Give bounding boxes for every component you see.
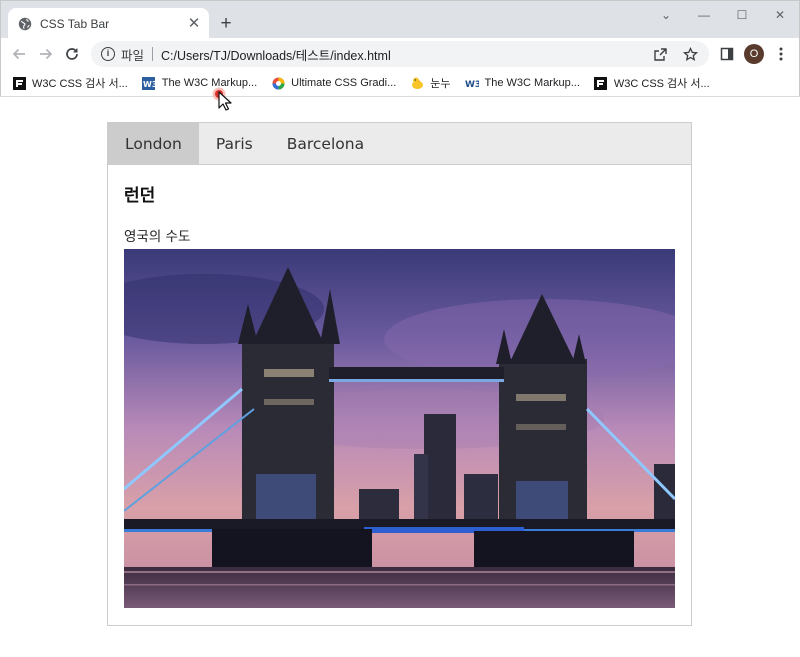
mouse-cursor-icon xyxy=(211,86,239,112)
bookmark-item[interactable]: W3 The W3C Markup... xyxy=(465,73,580,93)
reload-button[interactable] xyxy=(60,42,84,66)
tab-title: CSS Tab Bar xyxy=(40,16,110,31)
arrow-left-icon xyxy=(12,48,25,60)
tab-barcelona[interactable]: Barcelona xyxy=(270,123,381,164)
city-description: 영국의 수도 xyxy=(124,229,191,245)
w3c-css-icon xyxy=(594,76,608,90)
omnibox-divider xyxy=(152,47,154,61)
tab-panel: 런던 영국의 수도 xyxy=(124,181,190,245)
tower-bridge-photo xyxy=(124,249,675,608)
back-button[interactable] xyxy=(7,42,31,66)
menu-button[interactable] xyxy=(769,42,793,66)
bookmark-item[interactable]: W3C CSS 검사 서... xyxy=(12,73,128,93)
browser-tab-strip: CSS Tab Bar ✕ + ⌄ — ☐ ✕ xyxy=(0,0,800,39)
city-tab-bar: London Paris Barcelona xyxy=(108,123,691,165)
browser-tab[interactable]: CSS Tab Bar ✕ xyxy=(8,8,209,39)
new-tab-button[interactable]: + xyxy=(216,14,236,34)
svg-text:W3: W3 xyxy=(465,80,479,90)
url-text[interactable]: C:/Users/TJ/Downloads/테스트/index.html xyxy=(161,45,649,64)
bookmark-item[interactable]: W3C CSS 검사 서... xyxy=(594,73,710,93)
kebab-menu-icon xyxy=(779,47,783,61)
avatar: O xyxy=(744,44,764,64)
city-heading: 런던 xyxy=(124,186,156,206)
svg-text:W3: W3 xyxy=(143,80,155,89)
tab-search-icon[interactable]: ⌄ xyxy=(651,5,681,25)
scheme-label: 파일 xyxy=(121,48,145,63)
address-bar[interactable]: i 파일 C:/Users/TJ/Downloads/테스트/index.htm… xyxy=(91,41,709,67)
bookmark-star-icon[interactable] xyxy=(679,43,701,65)
globe-icon xyxy=(18,17,32,31)
maximize-button[interactable]: ☐ xyxy=(727,5,757,25)
side-panel-icon[interactable] xyxy=(715,42,739,66)
tab-container: London Paris Barcelona 런던 영국의 수도 xyxy=(107,122,692,626)
browser-toolbar: i 파일 C:/Users/TJ/Downloads/테스트/index.htm… xyxy=(0,38,800,70)
arrow-right-icon xyxy=(40,48,53,60)
tab-london[interactable]: London xyxy=(108,123,199,164)
page-content: London Paris Barcelona 런던 영국의 수도 xyxy=(0,97,800,657)
w3-icon: W3 xyxy=(465,76,479,90)
gradient-icon xyxy=(271,76,285,90)
bookmark-item[interactable]: Ultimate CSS Gradi... xyxy=(271,73,396,93)
w3c-css-icon xyxy=(12,76,26,90)
tab-close-icon[interactable]: ✕ xyxy=(185,15,203,33)
close-window-button[interactable]: ✕ xyxy=(765,5,795,25)
forward-button[interactable] xyxy=(34,42,58,66)
duck-icon xyxy=(410,76,424,90)
w3c-markup-icon: W3 xyxy=(142,76,156,90)
share-icon[interactable] xyxy=(649,43,671,65)
reload-icon xyxy=(66,48,78,60)
profile-button[interactable]: O xyxy=(742,42,766,66)
bookmark-item[interactable]: 눈누 xyxy=(410,73,451,93)
minimize-button[interactable]: — xyxy=(689,5,719,25)
bookmarks-bar: W3C CSS 검사 서... W3 The W3C Markup... Ult… xyxy=(0,70,800,97)
bookmark-item[interactable]: W3 The W3C Markup... xyxy=(142,73,257,93)
site-info-icon[interactable]: i xyxy=(101,47,115,61)
tab-paris[interactable]: Paris xyxy=(199,123,270,164)
